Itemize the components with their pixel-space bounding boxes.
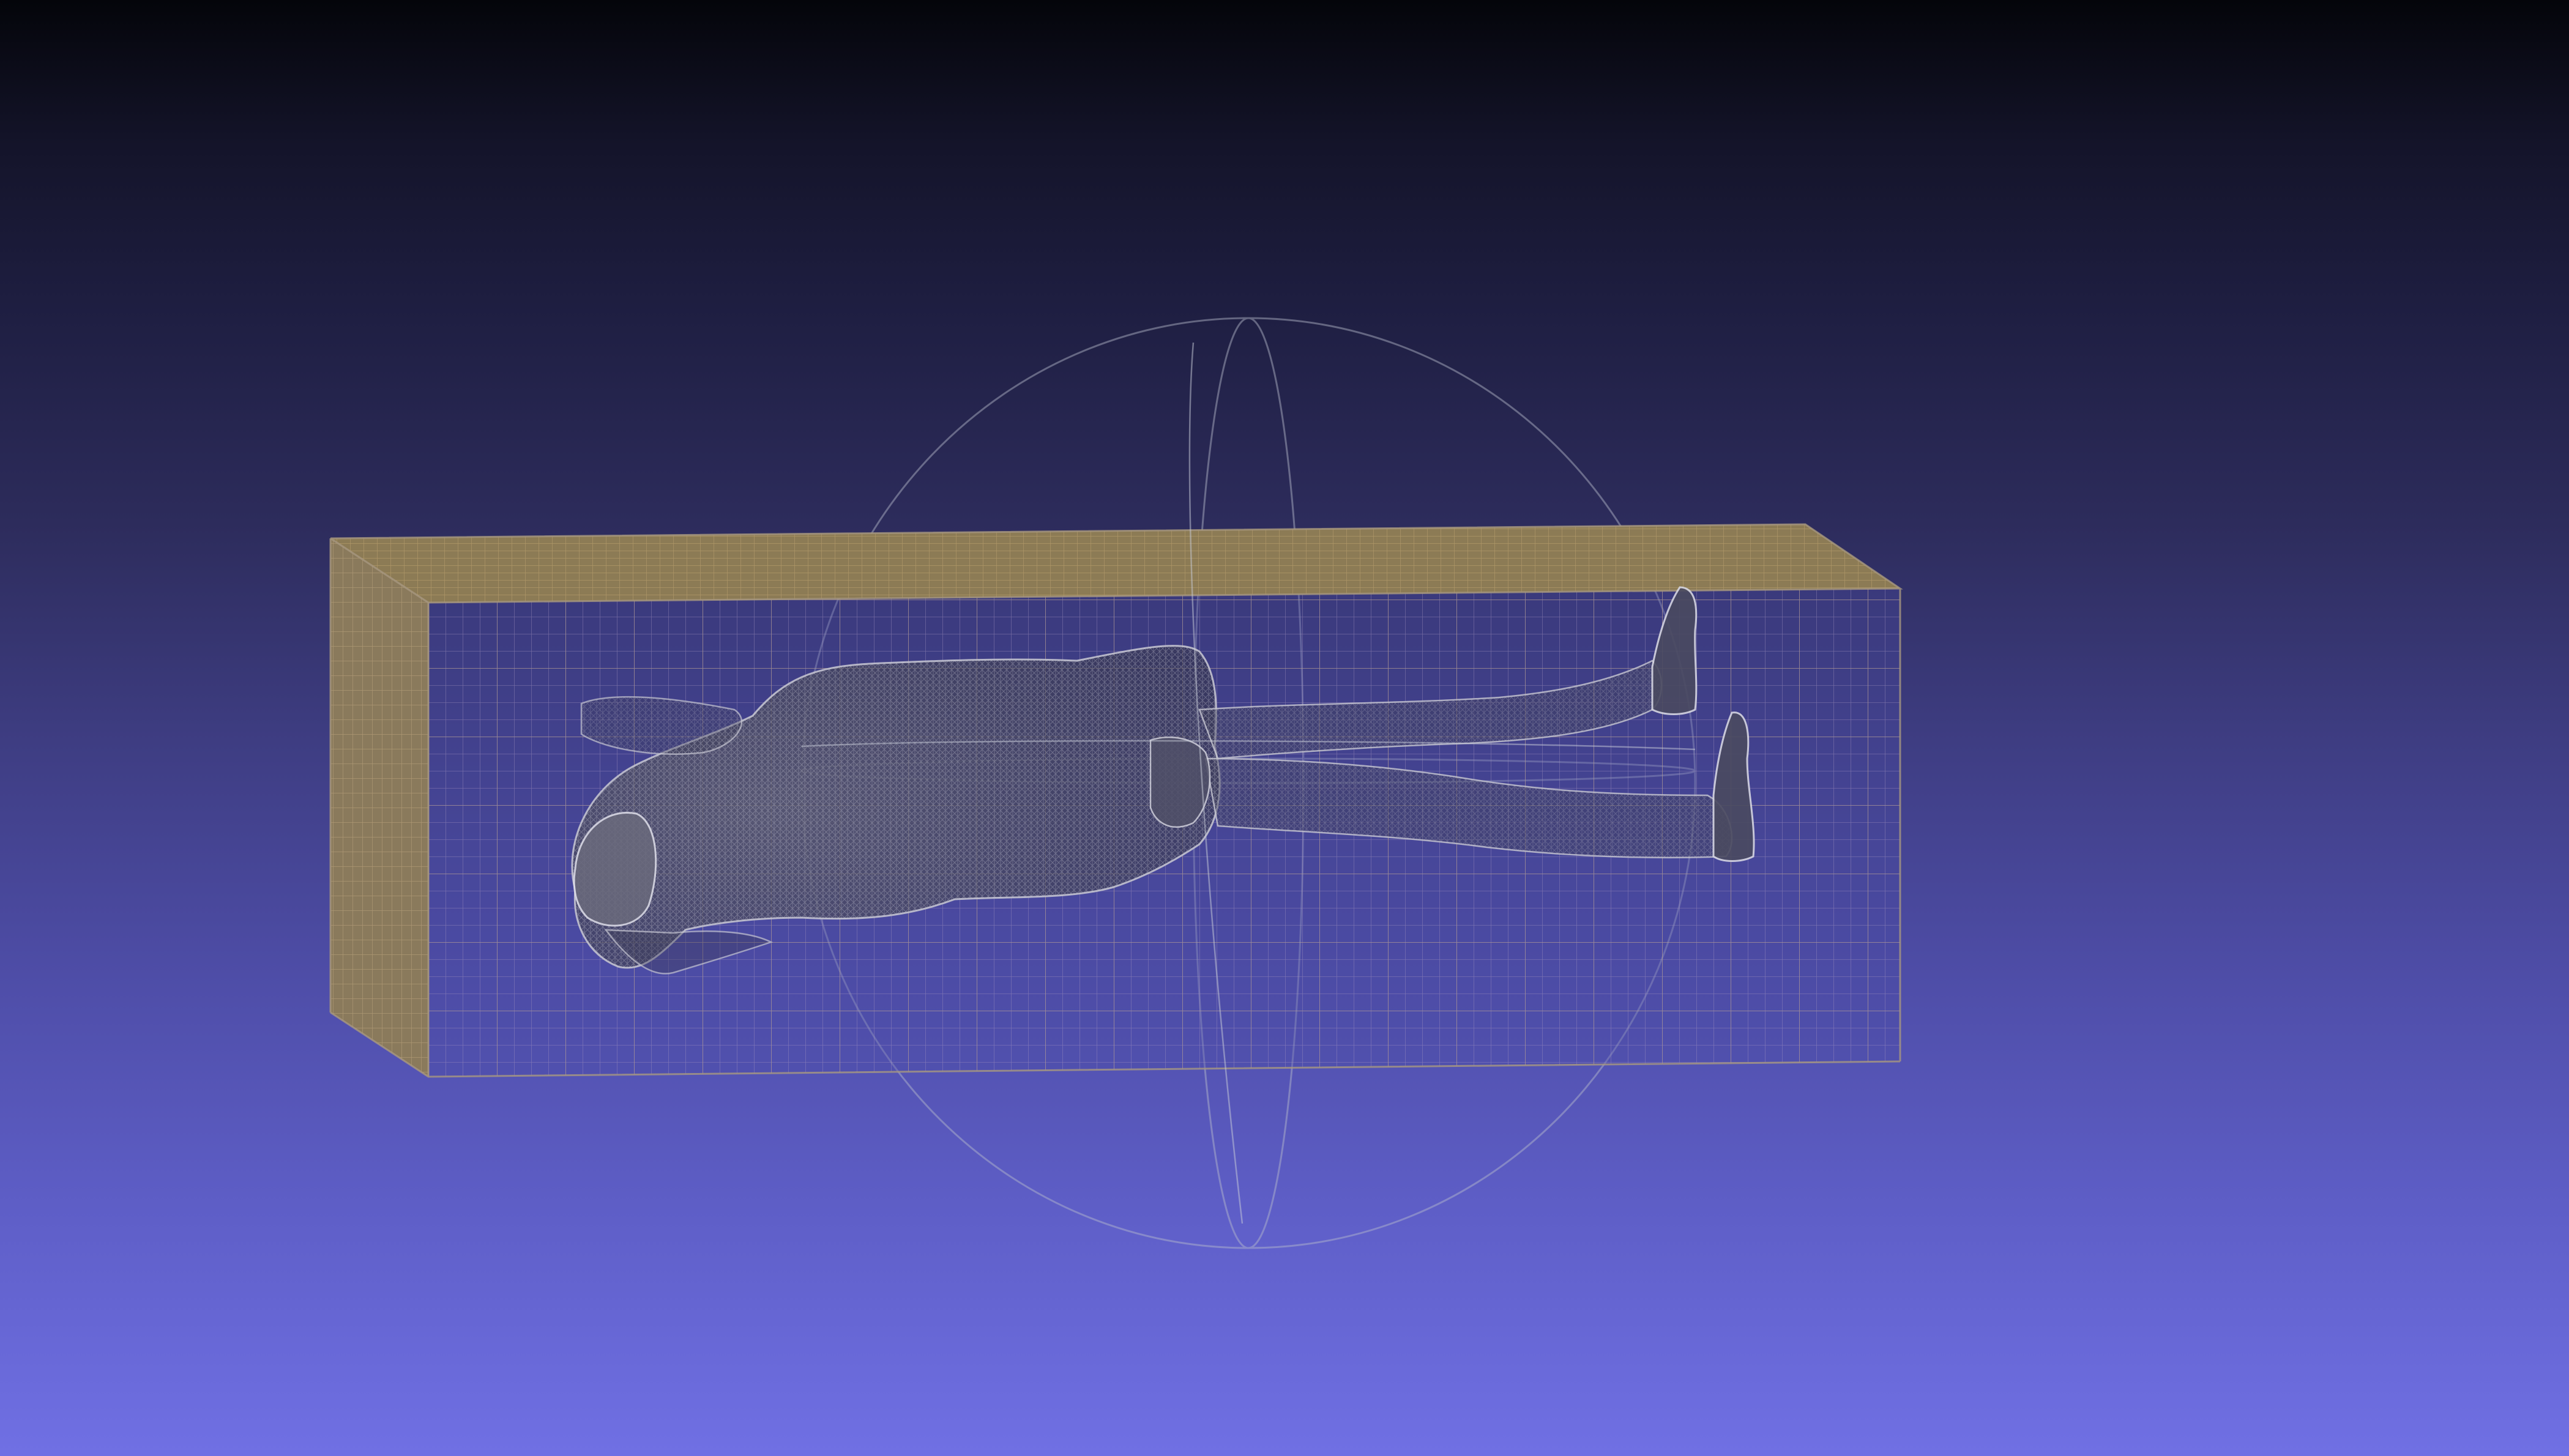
3d-viewport[interactable]: [0, 0, 2569, 1456]
box-left-face-grid: [330, 538, 428, 1077]
3d-scene[interactable]: [0, 0, 2569, 1456]
mesh-pelvis: [1149, 737, 1211, 828]
